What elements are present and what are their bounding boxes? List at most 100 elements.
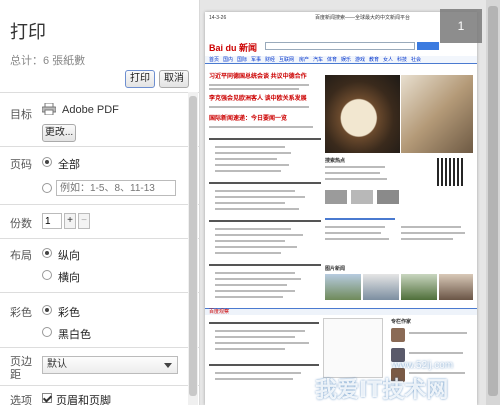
color-radio[interactable] [42,305,52,315]
preview-date: 14-3-26 [209,15,227,21]
margins-select[interactable]: 默认 [42,356,178,374]
text-line [215,290,295,292]
pages-all-label: 全部 [58,159,80,171]
pages-range-radio[interactable] [42,183,52,193]
preview-search-button [417,42,439,50]
preview-nav-0: 首页 [209,57,220,63]
text-line [215,228,291,230]
text-line [215,196,305,198]
preview-photo [439,274,473,300]
printer-icon [42,103,56,115]
text-line [215,284,287,286]
landscape-label: 横向 [58,272,80,284]
margins-label: 页边距 [10,356,32,381]
preview-nav-13: 科技 [397,57,408,63]
text-line [215,252,281,254]
page-range-input[interactable] [56,180,176,196]
preview-avatar [391,328,405,342]
text-line [325,232,381,234]
text-line [215,378,293,380]
pages-label: 页码 [10,159,32,171]
divider [0,238,200,239]
preview-headline-2: 国际新闻速递：今日要闻一览 [209,116,288,122]
settings-scroll-thumb[interactable] [189,96,197,396]
preview-page: 14-3-26 百度新闻搜索——全球最大的中文新闻平台 Bai du 新闻 首页… [205,12,477,405]
preview-thumb [377,190,399,204]
text-line [215,246,297,248]
preview-nav-2: 国际 [237,57,248,63]
preview-ad-box [323,318,383,378]
bw-radio[interactable] [42,327,52,337]
divider [0,204,200,205]
preview-site-title: 百度新闻搜索——全球最大的中文新闻平台 [315,15,411,21]
preview-headline-0: 习近平同德国总统会谈 共议中德合作 [209,74,307,80]
preview-nav-1: 国内 [223,57,234,63]
text-line [209,182,321,184]
copies-decrement-button[interactable]: − [78,213,90,229]
preview-qr-code [437,158,465,186]
preview-section-columnist: 专栏作家 [391,319,412,325]
dialog-title: 打印 [10,22,46,42]
text-line [215,330,305,332]
copies-input[interactable] [42,213,62,229]
preview-scroll-thumb[interactable] [488,6,498,396]
text-line [209,322,319,324]
text-line [215,164,289,166]
text-line [401,232,465,234]
text-line [209,126,313,128]
watermark-text: 我爱IT技术网 [315,378,449,403]
preview-nav-5: 互联网 [279,57,295,63]
text-line [215,336,295,338]
preview-section-hot: 搜索热点 [325,158,346,164]
watermark-url: www.52ij.com [392,360,454,371]
preview-section-observe: 百度观察 [209,309,230,315]
preview-nav-8: 体育 [327,57,338,63]
preview-photo [325,274,361,300]
preview-photo [401,274,437,300]
preview-headline-1: 李克强会见欧洲客人 谈中欧关系发展 [209,96,307,102]
text-line [209,88,299,90]
portrait-label: 纵向 [58,250,80,262]
preview-nav-10: 游戏 [355,57,366,63]
copies-increment-button[interactable]: + [64,213,76,229]
headers-footers-checkbox[interactable] [42,393,52,403]
options-label: 选项 [10,395,32,405]
preview-food-photo [325,75,400,153]
text-line [409,352,463,354]
text-line [215,146,285,148]
text-line [209,220,321,222]
text-line [325,238,389,240]
text-line [215,170,281,172]
copies-label: 份数 [10,218,32,230]
text-line [409,332,467,334]
preview-section-bar [205,308,477,315]
pages-all-radio[interactable] [42,157,52,167]
preview-nav-4: 财经 [265,57,276,63]
page-number-badge: 1 [440,9,482,43]
divider [0,92,200,93]
preview-nav-3: 军事 [251,57,262,63]
preview-nav-14: 社会 [411,57,422,63]
preview-photo [363,274,399,300]
color-label: 彩色 [10,307,32,319]
text-line [215,272,295,274]
print-button[interactable]: 打印 [125,70,155,88]
text-line [215,158,277,160]
landscape-radio[interactable] [42,270,52,280]
divider [0,347,200,348]
text-line [215,296,283,298]
headers-footers-label: 页眉和页脚 [56,395,111,405]
preview-nav-9: 娱乐 [341,57,352,63]
text-line [215,202,285,204]
text-line [215,342,309,344]
text-line [209,264,321,266]
text-line [325,178,387,180]
change-destination-button[interactable]: 更改... [42,124,76,142]
text-line [209,84,309,86]
preview-logo: Bai du 新闻 [209,43,258,53]
text-line [215,278,301,280]
preview-nav-7: 汽车 [313,57,324,63]
text-line [401,226,461,228]
portrait-radio[interactable] [42,248,52,258]
cancel-button[interactable]: 取消 [159,70,189,88]
